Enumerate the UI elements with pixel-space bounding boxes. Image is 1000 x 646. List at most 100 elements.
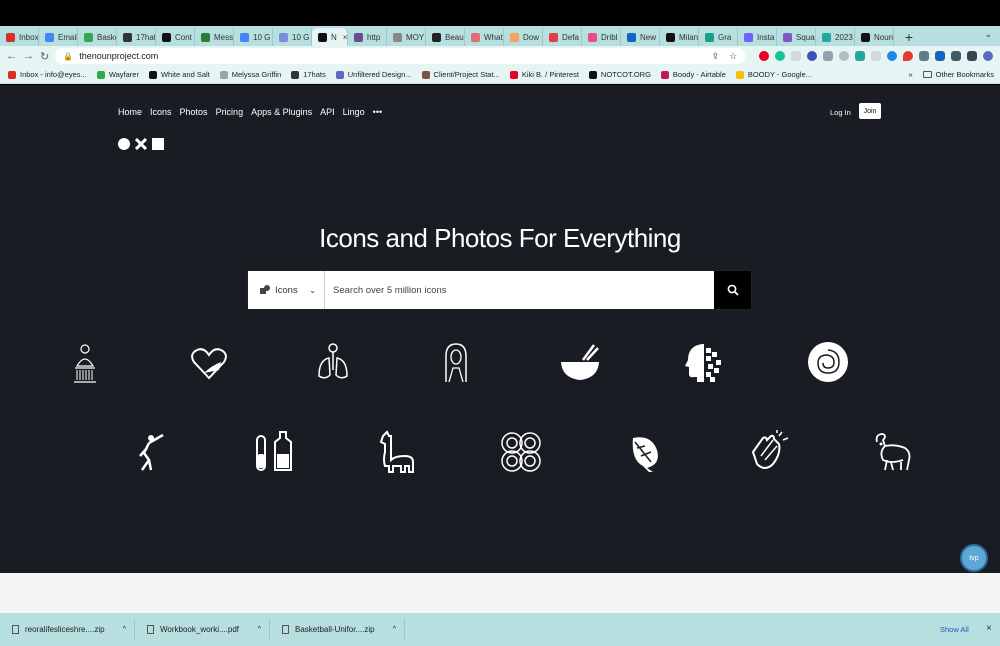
nav-photos[interactable]: Photos xyxy=(180,107,208,117)
mortar-pestle-icon[interactable] xyxy=(558,340,602,384)
browser-tab[interactable]: Defa xyxy=(543,28,582,46)
browser-tab[interactable]: Baske xyxy=(78,28,117,46)
show-all-downloads-link[interactable]: Show All xyxy=(940,625,969,634)
browser-tab[interactable]: MOY xyxy=(387,28,426,46)
browser-tab[interactable]: Squa xyxy=(777,28,816,46)
bookmark-item[interactable]: BOODY - Google... xyxy=(735,70,812,79)
sidebar-icon[interactable] xyxy=(967,51,978,61)
bookmark-label: NOTCOT.ORG xyxy=(600,70,651,79)
forward-icon[interactable]: → xyxy=(23,50,34,62)
bookmark-item[interactable]: Kiki B. / Pinterest xyxy=(509,70,579,79)
teal-extension-icon[interactable] xyxy=(855,51,866,61)
chat-widget-button[interactable]: tvp xyxy=(960,544,988,572)
chevron-up-icon[interactable]: ^ xyxy=(258,626,261,633)
close-downloads-icon[interactable]: × xyxy=(986,623,992,634)
bookmark-item[interactable]: 17hats xyxy=(291,70,326,79)
bookmark-item[interactable]: NOTCOT.ORG xyxy=(588,70,651,79)
woman-portrait-icon[interactable] xyxy=(434,340,478,384)
browser-tab[interactable]: Milan xyxy=(660,28,699,46)
puzzle-extensions-icon[interactable] xyxy=(951,51,962,61)
nav-api[interactable]: API xyxy=(320,107,335,117)
noun-project-logo[interactable] xyxy=(118,138,164,150)
lock-icon[interactable]: 🔒 xyxy=(63,52,73,61)
bookmark-item[interactable]: Wayfarer xyxy=(96,70,139,79)
download-item[interactable]: Workbook_worki....pdf ^ xyxy=(135,618,270,641)
nav-home[interactable]: Home xyxy=(118,107,142,117)
browser-tab[interactable]: http xyxy=(348,28,387,46)
test-tubes-icon[interactable] xyxy=(251,430,295,474)
grammarly-extension-icon[interactable] xyxy=(775,51,786,61)
bookmark-label: BOODY - Google... xyxy=(747,70,812,79)
browser-tab[interactable]: Beau xyxy=(426,28,465,46)
bookmarks-overflow-icon[interactable]: » xyxy=(908,70,912,79)
browser-tab[interactable]: 2023 xyxy=(816,28,855,46)
goat-icon[interactable] xyxy=(871,430,915,474)
browser-tab[interactable]: Dow xyxy=(504,28,543,46)
grid-extension-icon[interactable] xyxy=(823,51,834,61)
share-icon[interactable]: ⇪ xyxy=(712,51,720,62)
lungs-flower-icon[interactable] xyxy=(311,340,355,384)
pixel-head-icon[interactable] xyxy=(682,340,726,384)
tab-close-icon[interactable]: × xyxy=(343,33,347,42)
browser-tab[interactable]: Gra xyxy=(699,28,738,46)
dancer-icon[interactable] xyxy=(127,430,171,474)
monstera-leaf-icon[interactable] xyxy=(623,430,667,474)
tab-search-icon[interactable]: ⌄ xyxy=(984,29,992,40)
browser-tab[interactable]: Email xyxy=(39,28,78,46)
search-input[interactable] xyxy=(325,271,714,309)
bookmark-item[interactable]: Inbox - info@eyes... xyxy=(8,70,87,79)
map-pin-extension-icon[interactable] xyxy=(903,51,914,61)
window-extension-icon[interactable] xyxy=(871,51,882,61)
other-bookmarks-folder[interactable]: Other Bookmarks xyxy=(922,70,994,79)
browser-tab[interactable]: Dribl xyxy=(582,28,621,46)
bookmark-star-icon[interactable]: ☆ xyxy=(729,51,737,62)
chat-extension-icon[interactable] xyxy=(839,51,850,61)
browser-tab[interactable]: 10 G xyxy=(273,28,312,46)
bookmark-item[interactable]: Unfiltered Design... xyxy=(335,70,412,79)
chevron-up-icon[interactable]: ^ xyxy=(123,626,126,633)
new-tab-button[interactable]: + xyxy=(898,28,920,46)
heart-hand-icon[interactable] xyxy=(187,340,231,384)
circle-extension-icon[interactable] xyxy=(807,51,818,61)
browser-tab[interactable]: What xyxy=(465,28,504,46)
browser-tab[interactable]: Cont xyxy=(156,28,195,46)
blue-extension-icon[interactable] xyxy=(887,51,898,61)
browser-tab[interactable]: New xyxy=(621,28,660,46)
url-field[interactable]: 🔒 thenounproject.com ⇪ ☆ xyxy=(55,48,746,64)
search-type-select[interactable]: Icons ⌄ xyxy=(248,271,325,309)
page-extension-icon[interactable] xyxy=(791,51,802,61)
reload-icon[interactable]: ↻ xyxy=(40,50,49,63)
browser-tab[interactable]: 10 G xyxy=(234,28,273,46)
browser-tab[interactable]: Noun xyxy=(855,28,894,46)
round-carpet-icon[interactable] xyxy=(806,340,850,384)
llama-icon[interactable] xyxy=(375,430,419,474)
nav-apps-plugins[interactable]: Apps & Plugins xyxy=(251,107,312,117)
profile-avatar-icon[interactable] xyxy=(983,51,994,61)
back-icon[interactable]: ← xyxy=(6,50,17,62)
nav-icons[interactable]: Icons xyxy=(150,107,172,117)
spiral-knot-icon[interactable] xyxy=(499,430,543,474)
pdf-extension-icon[interactable] xyxy=(935,51,946,61)
clapping-hands-icon[interactable] xyxy=(747,430,791,474)
bookmark-item[interactable]: Client/Project Stat... xyxy=(421,70,500,79)
pinterest-extension-icon[interactable] xyxy=(759,51,770,61)
browser-tab[interactable]: Inbox xyxy=(0,28,39,46)
chevron-up-icon[interactable]: ^ xyxy=(393,626,396,633)
bookmark-item[interactable]: White and Salt xyxy=(148,70,210,79)
browser-tab[interactable]: 17hat xyxy=(117,28,156,46)
download-item[interactable]: reoralifesliceshre....zip ^ xyxy=(0,618,135,641)
nav-pricing[interactable]: Pricing xyxy=(216,107,244,117)
bookmark-item[interactable]: Boody - Airtable xyxy=(660,70,726,79)
browser-tab[interactable]: Mess xyxy=(195,28,234,46)
login-link[interactable]: Log In xyxy=(830,108,851,117)
buddha-statue-icon[interactable] xyxy=(63,340,107,384)
download-item[interactable]: Basketball-Unifor....zip ^ xyxy=(270,618,405,641)
bookmark-item[interactable]: Melyssa Griffin xyxy=(219,70,281,79)
search-button[interactable] xyxy=(714,271,751,309)
join-button[interactable]: Join xyxy=(859,103,881,119)
nav-lingo[interactable]: Lingo xyxy=(343,107,365,117)
flag-extension-icon[interactable] xyxy=(919,51,930,61)
nav-more-icon[interactable]: ••• xyxy=(373,107,382,117)
browser-tab[interactable]: Insta xyxy=(738,28,777,46)
browser-tab[interactable]: N × xyxy=(312,28,348,46)
